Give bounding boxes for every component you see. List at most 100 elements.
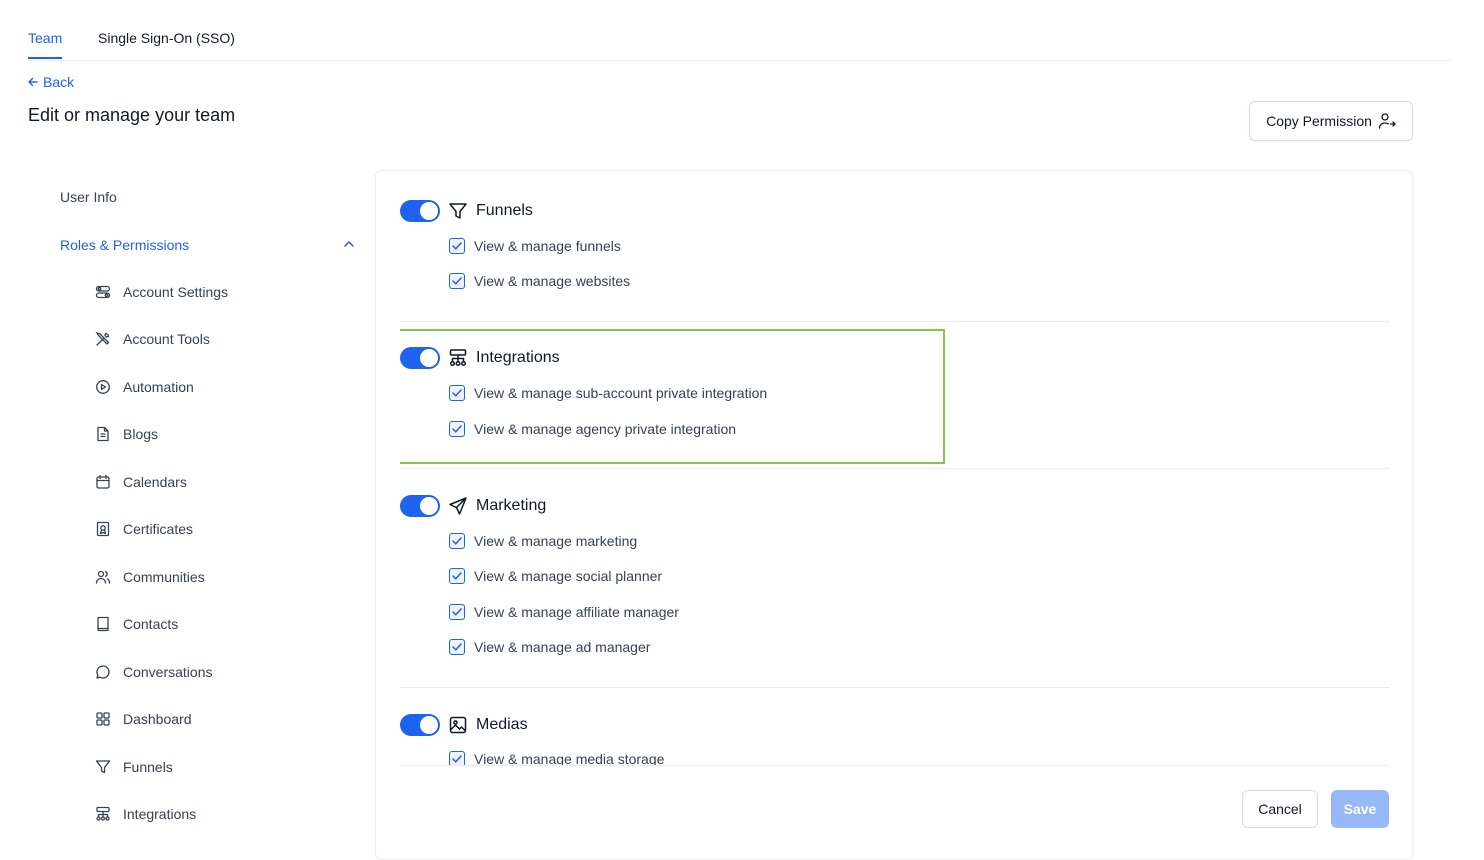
- send-icon: [449, 497, 467, 515]
- medias-toggle[interactable]: [400, 714, 440, 736]
- back-link[interactable]: Back: [27, 74, 74, 90]
- users-icon: [95, 570, 111, 584]
- sidebar-item-communities[interactable]: Communities: [95, 569, 205, 585]
- section-title: Marketing: [476, 497, 547, 514]
- section-divider: [400, 687, 1390, 688]
- permission-row: View & manage media storage: [449, 751, 664, 765]
- book-icon: [97, 616, 109, 632]
- check-icon: [452, 572, 462, 580]
- check-icon: [452, 755, 462, 763]
- check-icon: [452, 537, 462, 545]
- permission-row: View & manage affiliate manager: [449, 604, 679, 620]
- permission-checkbox[interactable]: [449, 421, 465, 437]
- sidebar-item-dashboard[interactable]: Dashboard: [95, 711, 192, 727]
- settings-toggles-icon: [95, 285, 111, 299]
- permissions-panel: Funnels View & manage funnels View & man…: [375, 170, 1413, 860]
- permissions-scroll-area[interactable]: Funnels View & manage funnels View & man…: [400, 171, 1390, 765]
- sidebar-item-user-info[interactable]: User Info: [60, 189, 117, 205]
- sidebar-item-label: Blogs: [123, 426, 159, 442]
- check-icon: [452, 389, 462, 397]
- marketing-toggle[interactable]: [400, 495, 440, 517]
- certificate-icon: [96, 521, 110, 537]
- funnel-icon: [95, 760, 111, 774]
- sidebar-item-label: Certificates: [123, 521, 194, 537]
- play-circle-icon: [96, 380, 110, 394]
- permission-checkbox[interactable]: [449, 568, 465, 584]
- permission-label: View & manage sub-account private integr…: [474, 385, 768, 401]
- funnels-toggle[interactable]: [400, 200, 440, 222]
- integrations-toggle[interactable]: [400, 347, 440, 369]
- footer-divider: [400, 765, 1390, 766]
- permission-checkbox[interactable]: [449, 751, 465, 765]
- check-icon: [452, 425, 462, 433]
- sidebar-item-account-settings[interactable]: Account Settings: [95, 284, 228, 300]
- sidebar-item-label: Funnels: [123, 759, 173, 775]
- permission-label: View & manage agency private integration: [474, 421, 737, 437]
- section-title: Funnels: [476, 202, 533, 219]
- chat-icon: [96, 665, 110, 679]
- permission-checkbox[interactable]: [449, 238, 465, 254]
- permission-label: View & manage websites: [474, 273, 631, 289]
- section-integrations: Integrations: [400, 347, 560, 369]
- section-title: Integrations: [476, 349, 560, 366]
- permission-row: View & manage sub-account private integr…: [449, 385, 767, 401]
- sidebar-item-integrations[interactable]: Integrations: [95, 806, 196, 822]
- integrations-icon: [96, 806, 110, 821]
- sidebar-item-label: Communities: [123, 569, 205, 585]
- section-funnels: Funnels: [400, 200, 533, 222]
- sidebar-item-contacts[interactable]: Contacts: [95, 616, 178, 632]
- copy-permission-button[interactable]: Copy Permission: [1249, 101, 1413, 141]
- chevron-up-icon[interactable]: [343, 239, 355, 249]
- permission-row: View & manage marketing: [449, 533, 637, 549]
- permission-checkbox[interactable]: [449, 533, 465, 549]
- image-icon: [449, 716, 467, 734]
- sidebar-item-label: Automation: [123, 379, 194, 395]
- tools-icon: [95, 331, 110, 346]
- sidebar-item-automation[interactable]: Automation: [95, 379, 194, 395]
- sidebar-item-roles-permissions[interactable]: Roles & Permissions: [60, 237, 189, 253]
- permission-row: View & manage websites: [449, 273, 630, 289]
- sidebar-item-label: Calendars: [123, 474, 187, 490]
- sidebar-item-label: Integrations: [123, 806, 197, 822]
- save-button[interactable]: Save: [1331, 790, 1389, 828]
- sidebar-item-label: Conversations: [123, 664, 213, 680]
- user-copy-icon: [1378, 113, 1396, 129]
- section-title: Medias: [476, 716, 528, 733]
- tab-sso[interactable]: Single Sign-On (SSO): [98, 30, 235, 46]
- arrow-left-icon: [28, 77, 38, 87]
- permission-label: View & manage marketing: [474, 533, 638, 549]
- check-icon: [452, 608, 462, 616]
- top-tabs: Team Single Sign-On (SSO): [28, 0, 1452, 61]
- permission-label: View & manage ad manager: [474, 639, 651, 655]
- check-icon: [452, 277, 462, 285]
- funnel-icon: [449, 203, 467, 219]
- integrations-icon: [449, 349, 467, 367]
- sidebar-item-conversations[interactable]: Conversations: [95, 664, 213, 680]
- permission-row: View & manage funnels: [449, 238, 621, 254]
- sidebar-item-certificates[interactable]: Certificates: [95, 521, 193, 537]
- check-icon: [452, 643, 462, 651]
- permission-checkbox[interactable]: [449, 604, 465, 620]
- sidebar-item-account-tools[interactable]: Account Tools: [95, 331, 210, 347]
- sidebar-item-funnels[interactable]: Funnels: [95, 759, 173, 775]
- permission-row: View & manage agency private integration: [449, 421, 736, 437]
- tab-team[interactable]: Team: [28, 30, 63, 59]
- sidebar-item-blogs[interactable]: Blogs: [95, 426, 158, 442]
- section-marketing: Marketing: [400, 495, 546, 517]
- cancel-button[interactable]: Cancel: [1242, 790, 1318, 828]
- sidebar-item-label: Contacts: [123, 616, 179, 632]
- permission-label: View & manage media storage: [474, 751, 665, 765]
- permission-label: View & manage funnels: [474, 238, 621, 254]
- sidebar-item-label: Dashboard: [123, 711, 192, 727]
- grid-icon: [96, 712, 110, 726]
- permission-checkbox[interactable]: [449, 273, 465, 289]
- page-title: Edit or manage your team: [28, 105, 236, 125]
- permission-label: View & manage social planner: [474, 568, 663, 584]
- permission-row: View & manage ad manager: [449, 639, 650, 655]
- permission-checkbox[interactable]: [449, 639, 465, 655]
- sidebar-item-label: Account Tools: [123, 331, 210, 347]
- permission-checkbox[interactable]: [449, 385, 465, 401]
- sidebar-item-calendars[interactable]: Calendars: [95, 474, 187, 490]
- document-icon: [97, 426, 109, 442]
- section-divider: [400, 468, 1390, 469]
